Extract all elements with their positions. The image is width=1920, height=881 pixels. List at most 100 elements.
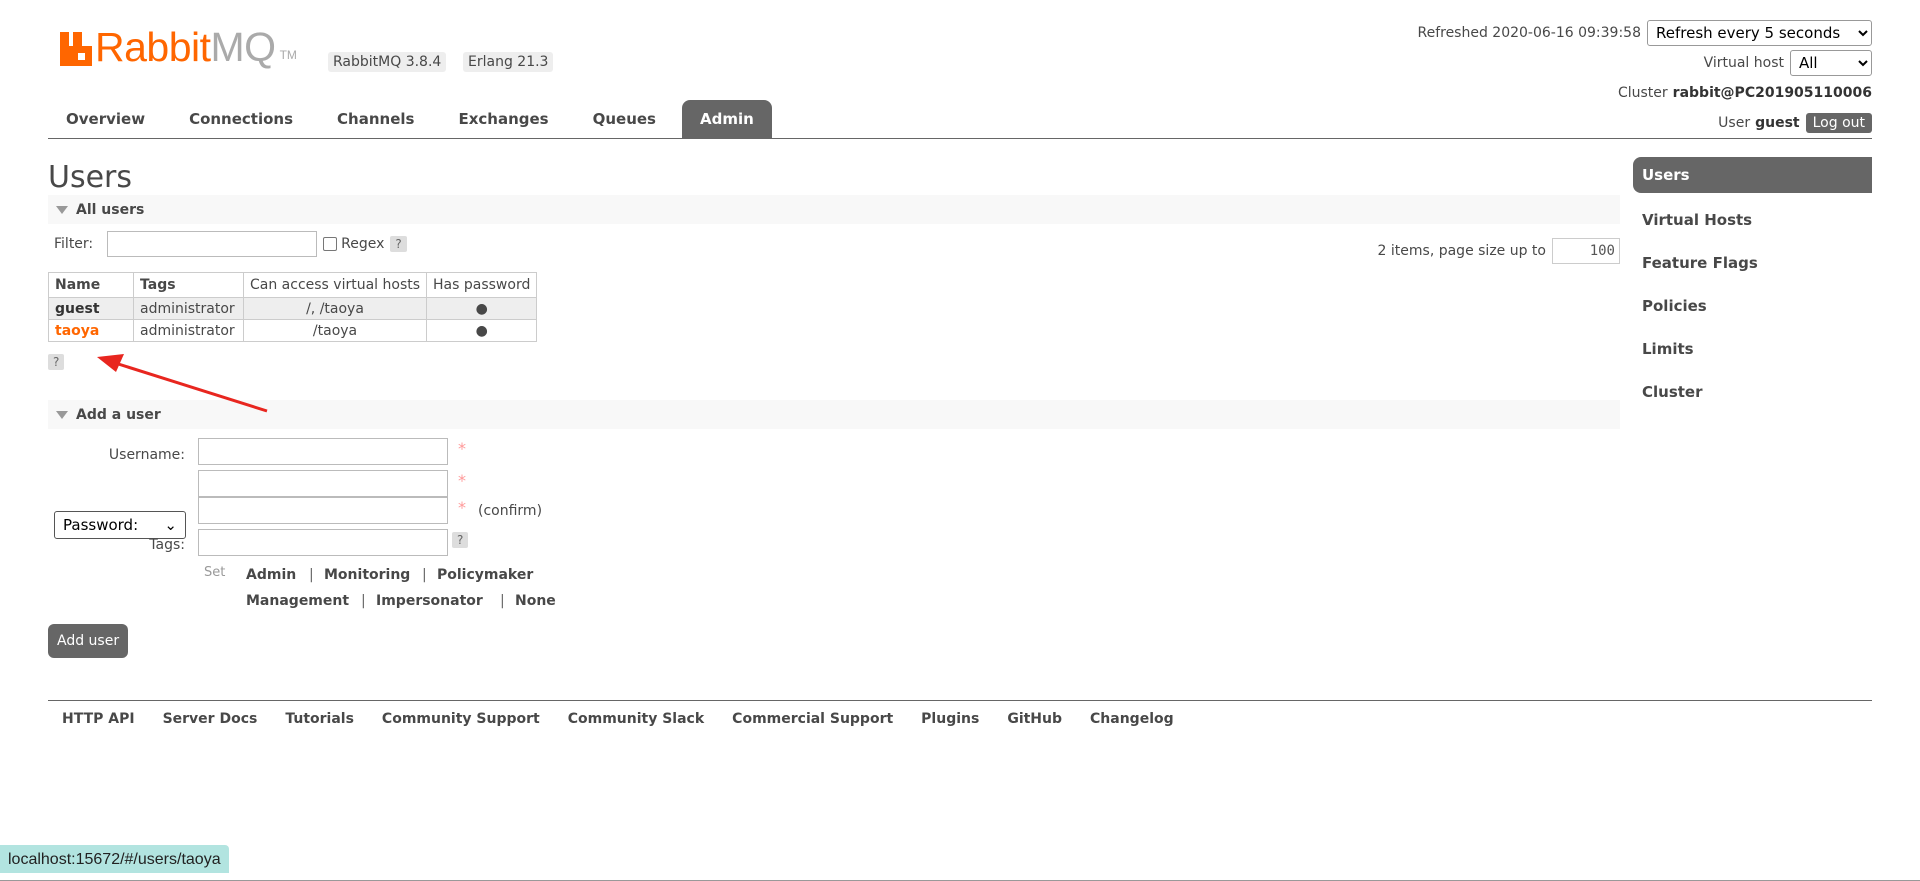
page-info: 2 items, page size up to — [1377, 243, 1546, 259]
tab-connections[interactable]: Connections — [171, 100, 311, 138]
sidebar-item-limits[interactable]: Limits — [1633, 327, 1872, 370]
username-input[interactable] — [198, 438, 448, 465]
confirm-label: (confirm) — [478, 503, 543, 519]
chevron-down-icon: ⌄ — [164, 516, 177, 534]
footer-link-commercial-support[interactable]: Commercial Support — [732, 711, 893, 727]
tab-channels[interactable]: Channels — [319, 100, 432, 138]
tags-input[interactable] — [198, 529, 448, 556]
current-user: guest — [1755, 115, 1800, 131]
logo-tm-text: TM — [279, 48, 297, 62]
tag-option-policymaker[interactable]: Policymaker — [437, 567, 533, 583]
footer-links: HTTP API Server Docs Tutorials Community… — [48, 700, 1872, 727]
user-name-link[interactable]: guest — [55, 301, 100, 317]
user-has-password: ● — [426, 319, 538, 342]
user-vhosts: /taoya — [242, 319, 428, 342]
regex-checkbox[interactable] — [323, 237, 338, 251]
tags-help-button[interactable]: ? — [452, 532, 469, 548]
all-users-title: All users — [76, 201, 145, 218]
footer-link-community-support[interactable]: Community Support — [382, 711, 540, 727]
regex-label: Regex — [341, 236, 385, 252]
all-users-section-toggle[interactable]: All users — [48, 195, 1620, 224]
footer-link-tutorials[interactable]: Tutorials — [285, 711, 354, 727]
add-user-button[interactable]: Add user — [48, 624, 129, 658]
separator: | — [500, 593, 505, 609]
user-name-link[interactable]: taoya — [55, 323, 99, 339]
footer-link-github[interactable]: GitHub — [1007, 711, 1062, 727]
collapse-triangle-icon — [56, 205, 68, 214]
col-name[interactable]: Name — [48, 272, 134, 298]
separator: | — [309, 567, 314, 583]
cluster-label: Cluster — [1617, 85, 1668, 101]
sidebar-item-cluster[interactable]: Cluster — [1633, 370, 1872, 413]
sidebar-item-users[interactable]: Users — [1633, 157, 1872, 193]
table-row[interactable]: taoya administrator /taoya ● — [48, 319, 538, 342]
tag-option-monitoring[interactable]: Monitoring — [324, 567, 410, 583]
footer-link-changelog[interactable]: Changelog — [1090, 711, 1174, 727]
col-tags[interactable]: Tags — [133, 272, 244, 298]
tab-overview[interactable]: Overview — [48, 100, 163, 138]
cluster-name: rabbit@PC201905110006 — [1672, 85, 1872, 101]
header-status: Refreshed 2020-06-16 09:39:58 Refresh ev… — [1417, 18, 1872, 138]
logout-button[interactable]: Log out — [1805, 113, 1872, 133]
separator: | — [422, 567, 427, 583]
footer-link-community-slack[interactable]: Community Slack — [568, 711, 704, 727]
add-user-section-toggle[interactable]: Add a user — [48, 400, 1620, 429]
table-row[interactable]: guest administrator /, /taoya ● — [48, 297, 538, 320]
add-user-title: Add a user — [76, 406, 161, 423]
footer-link-server-docs[interactable]: Server Docs — [163, 711, 258, 727]
browser-status-bar: localhost:15672/#/users/taoya — [0, 845, 229, 873]
password-type-select[interactable]: Password: ⌄ — [54, 511, 186, 539]
filter-input[interactable] — [107, 231, 318, 257]
separator: | — [361, 593, 366, 609]
admin-sidebar: Users Virtual Hosts Feature Flags Polici… — [1633, 157, 1872, 413]
vhost-select[interactable]: All — [1790, 50, 1872, 76]
tab-admin[interactable]: Admin — [681, 100, 772, 138]
password-input[interactable] — [198, 470, 448, 497]
sidebar-item-feature-flags[interactable]: Feature Flags — [1633, 241, 1872, 284]
logo-rabbit-text: Rabbit — [95, 24, 211, 70]
sidebar-item-policies[interactable]: Policies — [1633, 284, 1872, 327]
main-tabs: Overview Connections Channels Exchanges … — [48, 100, 780, 138]
add-user-form: Username: * Password: ⌄ * * (confirm) Ta… — [48, 429, 1620, 658]
tags-label: Tags: — [149, 537, 185, 553]
set-label: Set — [204, 565, 226, 580]
tab-exchanges[interactable]: Exchanges — [440, 100, 566, 138]
tag-option-impersonator[interactable]: Impersonator — [376, 593, 483, 609]
col-has-password: Has password — [426, 272, 538, 298]
password-select-value: Password: — [63, 516, 139, 534]
collapse-triangle-icon — [56, 410, 68, 419]
password-required-mark: * — [458, 471, 466, 490]
col-vhosts: Can access virtual hosts — [242, 272, 428, 298]
sidebar-item-virtual-hosts[interactable]: Virtual Hosts — [1633, 198, 1872, 241]
filter-label: Filter: — [54, 236, 94, 252]
table-help-button[interactable]: ? — [48, 354, 65, 370]
rabbitmq-version-badge: RabbitMQ 3.8.4 — [328, 52, 447, 72]
page-size-control: 2 items, page size up to — [1378, 238, 1620, 264]
tag-option-none[interactable]: None — [515, 593, 556, 609]
confirm-required-mark: * — [458, 498, 466, 517]
password-confirm-input[interactable] — [198, 497, 448, 524]
page-title: Users — [48, 160, 133, 195]
username-label: Username: — [108, 447, 185, 463]
erlang-version-badge: Erlang 21.3 — [463, 52, 554, 72]
tab-queues[interactable]: Queues — [575, 100, 674, 138]
users-table: Name Tags Can access virtual hosts Has p… — [48, 272, 538, 342]
user-has-password: ● — [426, 297, 538, 320]
refreshed-time: Refreshed 2020-06-16 09:39:58 — [1417, 25, 1641, 41]
main-content: Users All users Filter: Regex ? 2 items,… — [48, 160, 1620, 658]
page-size-input[interactable] — [1552, 238, 1620, 264]
footer-link-http-api[interactable]: HTTP API — [62, 711, 135, 727]
user-tags: administrator — [133, 319, 244, 342]
footer-link-plugins[interactable]: Plugins — [921, 711, 979, 727]
user-vhosts: /, /taoya — [242, 297, 428, 320]
refresh-interval-select[interactable]: Refresh every 5 seconds — [1647, 20, 1872, 46]
user-label: User — [1718, 115, 1751, 131]
tag-option-management[interactable]: Management — [246, 593, 349, 609]
logo-mq-text: MQ — [210, 24, 277, 70]
rabbitmq-logo: Rabbit MQ TM — [60, 24, 297, 70]
vhost-label: Virtual host — [1703, 55, 1784, 71]
tag-option-admin[interactable]: Admin — [246, 567, 296, 583]
filter-help-button[interactable]: ? — [390, 236, 407, 252]
tab-divider — [48, 138, 1872, 139]
rabbit-logo-icon — [60, 32, 92, 66]
